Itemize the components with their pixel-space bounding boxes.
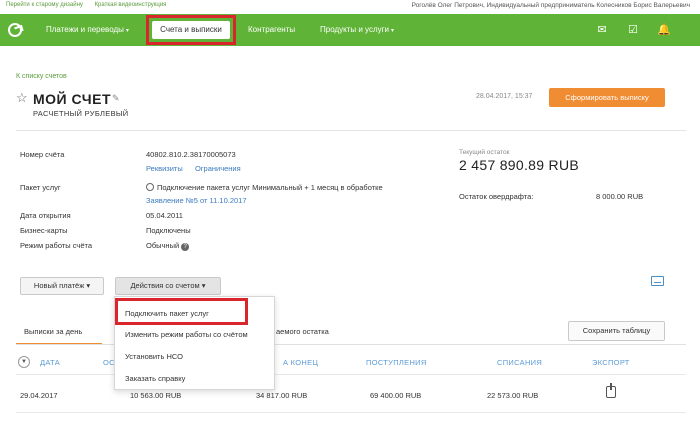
back-to-accounts-link[interactable]: К списку счетов [16, 73, 67, 80]
open-date-value: 05.04.2011 [146, 211, 183, 220]
top-links-bar: Перейти к старому дизайну Краткая видеои… [0, 0, 700, 12]
row-date: 29.04.2017 [20, 391, 58, 400]
account-number-value: 40802.810.2.38170005073 [146, 150, 236, 159]
sort-toggle-icon[interactable]: ▼ [18, 356, 30, 368]
nav-payments-label: Платежи и переводы [46, 25, 124, 34]
bell-icon[interactable]: 🔔 [657, 23, 671, 37]
export-icon[interactable] [606, 383, 616, 398]
chevron-down-icon: ▾ [125, 28, 129, 34]
video-guide-link[interactable]: Краткая видеоинструкция [95, 2, 167, 8]
nav-accounts-highlight: Счета и выписки [146, 15, 236, 45]
overdraft-label: Остаток овердрафта: [459, 192, 534, 201]
user-name[interactable]: Роголёв Олег Петрович, Индивидуальный пр… [412, 2, 690, 9]
row-income: 69 400.00 RUB [370, 391, 422, 400]
business-cards-value: Подключены [146, 226, 191, 235]
menu-item-set-nso[interactable]: Установить НСО [125, 352, 183, 361]
row-end-balance: 34 817.00 RUB [256, 391, 308, 400]
requisites-link[interactable]: Реквизиты [146, 164, 183, 173]
page-date: 28.04.2017, 15:37 [476, 93, 533, 100]
account-number-label: Номер счёта [20, 150, 65, 159]
main-nav: Платежи и переводы ▾ Счета и выписки Конт… [0, 14, 700, 46]
menu-item-change-mode[interactable]: Изменить режим работы со счётом [125, 330, 248, 339]
business-cards-label: Бизнес-карты [20, 226, 68, 235]
col-date[interactable]: ДАТА [40, 358, 60, 367]
print-icon[interactable] [651, 276, 664, 286]
star-icon[interactable]: ☆ [16, 91, 28, 105]
overdraft-value: 8 000.00 RUB [596, 192, 644, 201]
row-start-balance: 10 563.00 RUB [130, 391, 182, 400]
tab-daily-statements[interactable]: Выписки за день [24, 327, 82, 336]
limits-link[interactable]: Ограничения [195, 164, 241, 173]
account-links: Реквизиты Ограничения [146, 164, 241, 173]
menu-highlight-box [115, 298, 248, 325]
generate-statement-button[interactable]: Сформировать выписку [549, 88, 665, 107]
balance-label: Текущий остаток [459, 149, 510, 156]
col-income[interactable]: ПОСТУПЛЕНИЯ [366, 358, 427, 367]
account-type: РАСЧЕТНЫЙ РУБЛЕВЫЙ [33, 109, 129, 118]
balance-value: 2 457 890.89 RUB [459, 157, 579, 173]
package-value: Подключение пакета услуг Минимальный + 1… [157, 183, 383, 192]
account-mode-label: Режим работы счёта [20, 241, 93, 250]
new-payment-label: Новый платёж [33, 281, 85, 290]
row-divider [16, 412, 686, 413]
account-mode-value: Обычный [146, 241, 180, 250]
mail-icon[interactable]: ✉ [595, 23, 609, 37]
menu-item-order-certificate[interactable]: Заказать справку [125, 374, 185, 383]
nav-products-label: Продукты и услуги [320, 25, 390, 34]
chevron-down-icon: ▾ [86, 281, 91, 290]
tab-balance[interactable]: аемого остатка [276, 327, 329, 336]
help-icon[interactable]: ? [181, 243, 190, 251]
col-outcome[interactable]: СПИСАНИЯ [497, 358, 542, 367]
account-actions-button[interactable]: Действия со счетом ▾ [115, 277, 221, 295]
nav-payments[interactable]: Платежи и переводы ▾ [46, 14, 129, 46]
old-design-link[interactable]: Перейти к старому дизайну [6, 2, 83, 8]
nav-contractors[interactable]: Контрагенты [248, 14, 295, 46]
save-table-button[interactable]: Сохранить таблицу [568, 321, 665, 341]
header-divider [16, 130, 686, 131]
account-mode: Обычный? [146, 241, 190, 251]
sberbank-logo-icon[interactable] [8, 23, 22, 37]
top-links: Перейти к старому дизайну Краткая видеои… [6, 2, 176, 8]
open-date-label: Дата открытия [20, 211, 71, 220]
package-status: Подключение пакета услуг Минимальный + 1… [146, 183, 383, 192]
chevron-down-icon: ▾ [391, 28, 395, 34]
package-label: Пакет услуг [20, 183, 61, 192]
clock-icon [146, 183, 154, 191]
chevron-down-icon: ▾ [201, 281, 206, 290]
package-application-link[interactable]: Заявление №5 от 11.10.2017 [146, 196, 247, 205]
col-export: ЭКСПОРТ [592, 358, 630, 367]
col-end-balance[interactable]: А КОНЕЦ [283, 358, 318, 367]
nav-products[interactable]: Продукты и услуги ▾ [320, 14, 394, 46]
account-actions-label: Действия со счетом [130, 281, 200, 290]
tasks-icon[interactable]: ☑ [626, 23, 640, 37]
row-outcome: 22 573.00 RUB [487, 391, 539, 400]
new-payment-button[interactable]: Новый платёж ▾ [20, 277, 104, 295]
nav-accounts[interactable]: Счета и выписки [152, 21, 230, 39]
edit-pencil-icon[interactable]: ✎ [112, 93, 120, 104]
page-title: МОЙ СЧЕТ [33, 91, 111, 107]
